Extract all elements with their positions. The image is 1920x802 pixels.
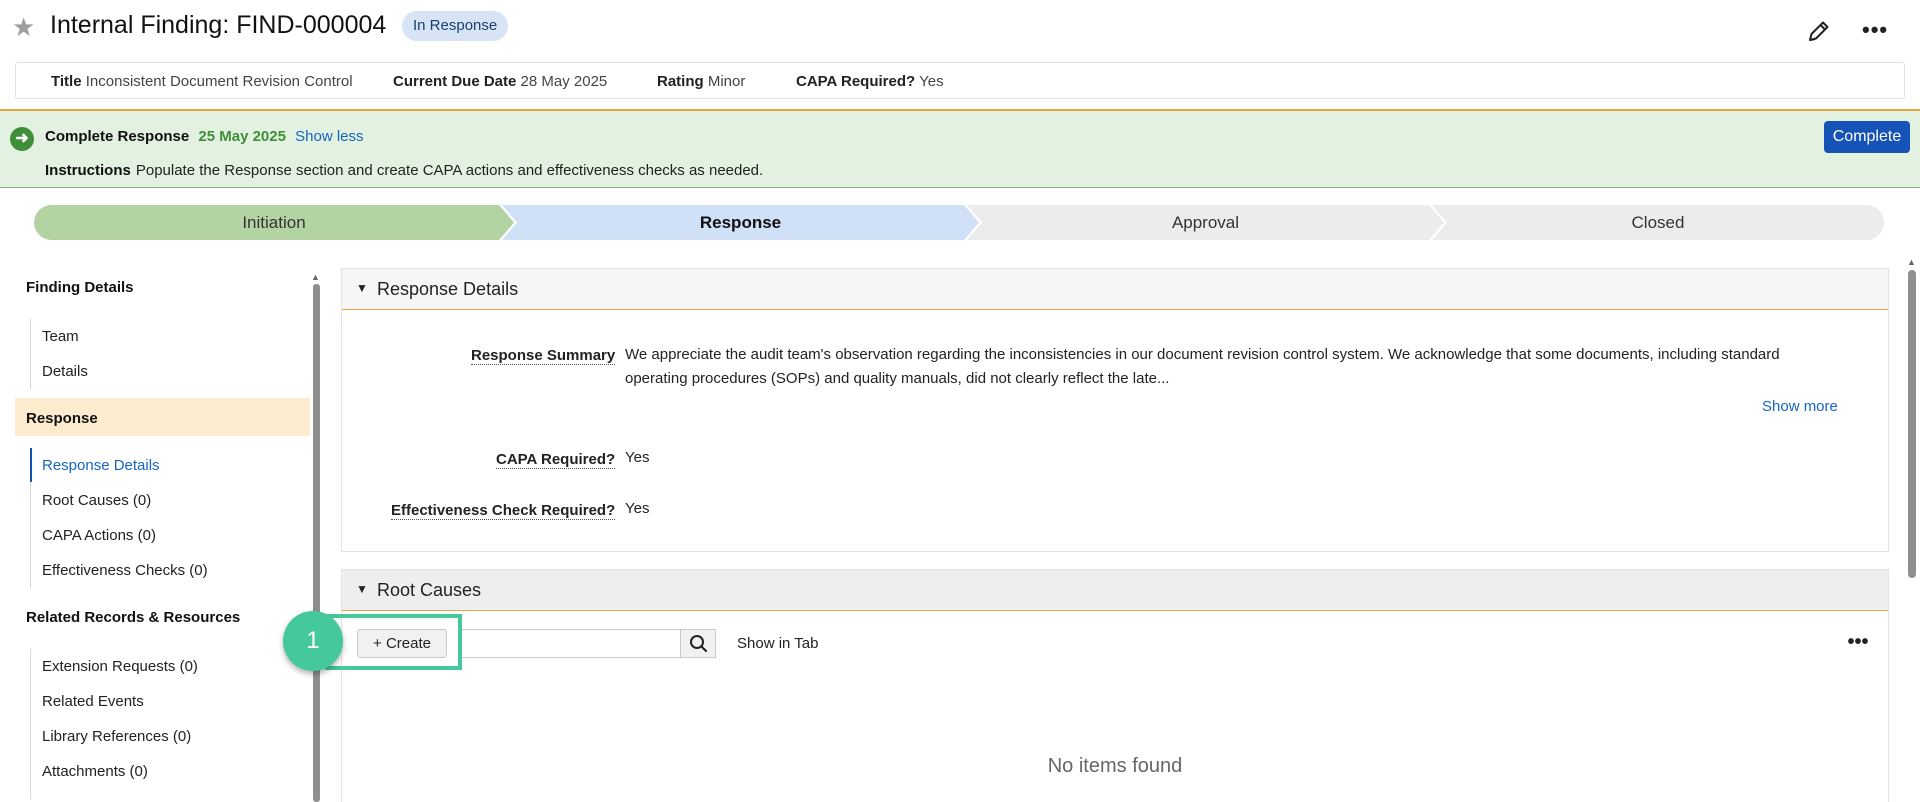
root-causes-header[interactable]: ▼ Root Causes bbox=[342, 570, 1888, 611]
arrow-right-circle-icon: ➜ bbox=[10, 127, 34, 151]
info-due-date: Current Due Date 28 May 2025 bbox=[393, 73, 608, 90]
instructions-text: Populate the Response section and create… bbox=[135, 162, 764, 179]
response-details-header[interactable]: ▼ Response Details bbox=[342, 269, 1888, 310]
effectiveness-check-label: Effectiveness Check Required? bbox=[391, 502, 616, 520]
info-rating: Rating Minor bbox=[657, 73, 746, 90]
nav-item-library-references[interactable]: Library References (0) bbox=[42, 728, 191, 745]
instructions-label: Instructions bbox=[45, 162, 131, 179]
nav-item-team[interactable]: Team bbox=[42, 328, 79, 345]
nav-rail bbox=[30, 319, 31, 389]
page-scroll-up-icon[interactable]: ▲ bbox=[1907, 257, 1916, 267]
capa-required-label: CAPA Required? bbox=[496, 451, 616, 469]
stage-closed: Closed bbox=[1631, 213, 1685, 232]
more-actions-icon[interactable]: ••• bbox=[1862, 16, 1887, 44]
search-icon bbox=[690, 635, 708, 653]
response-summary-label: Response Summary bbox=[471, 347, 616, 365]
info-title: Title Inconsistent Document Revision Con… bbox=[51, 73, 353, 90]
nav-section-response[interactable]: Response bbox=[26, 410, 98, 427]
nav-item-attachments[interactable]: Attachments (0) bbox=[42, 763, 148, 780]
nav-section-finding-details[interactable]: Finding Details bbox=[26, 279, 134, 296]
collapse-caret-icon[interactable]: ▼ bbox=[356, 281, 368, 295]
task-due-date: 25 May 2025 bbox=[198, 128, 286, 145]
nav-item-details[interactable]: Details bbox=[42, 363, 88, 380]
edit-pencil-icon[interactable] bbox=[1806, 18, 1832, 44]
workflow-task-banner: ➜ Complete Response 25 May 2025 Show les… bbox=[0, 109, 1920, 188]
show-in-tab-link[interactable]: Show in Tab bbox=[737, 635, 818, 652]
nav-item-effectiveness-checks[interactable]: Effectiveness Checks (0) bbox=[42, 562, 208, 579]
page-header: ★ Internal Finding: FIND-000004 In Respo… bbox=[0, 0, 1920, 56]
response-summary-value: We appreciate the audit team's observati… bbox=[625, 346, 1780, 387]
search-button[interactable] bbox=[680, 629, 716, 658]
complete-button[interactable]: Complete bbox=[1824, 121, 1910, 153]
stage-initiation: Initiation bbox=[242, 213, 306, 232]
nav-active-indicator bbox=[30, 448, 32, 482]
root-causes-more-icon[interactable]: ••• bbox=[1845, 630, 1871, 654]
nav-scroll-up-icon[interactable]: ▲ bbox=[311, 272, 320, 282]
nav-section-related-records[interactable]: Related Records & Resources bbox=[26, 609, 240, 626]
record-summary-strip: Title Inconsistent Document Revision Con… bbox=[15, 62, 1905, 99]
stage-approval: Approval bbox=[1171, 213, 1240, 232]
response-details-title: Response Details bbox=[377, 279, 519, 299]
root-causes-title: Root Causes bbox=[377, 580, 482, 600]
root-causes-search-input[interactable] bbox=[458, 629, 680, 658]
lifecycle-stage-bar: Initiation Response Approval Closed bbox=[34, 205, 1884, 240]
empty-state-text: No items found bbox=[1047, 755, 1183, 777]
effectiveness-check-value: Yes bbox=[625, 500, 650, 517]
favorite-star-icon[interactable]: ★ bbox=[12, 13, 40, 41]
nav-rail bbox=[30, 649, 31, 799]
task-line: Complete Response 25 May 2025 Show less bbox=[45, 128, 364, 145]
nav-item-response-details[interactable]: Response Details bbox=[42, 457, 160, 474]
status-badge: In Response bbox=[402, 11, 509, 41]
nav-item-root-causes[interactable]: Root Causes (0) bbox=[42, 492, 151, 509]
capa-required-value: Yes bbox=[625, 449, 650, 466]
page-title: Internal Finding: FIND-000004 bbox=[50, 11, 387, 39]
instructions-line: Instructions Populate the Response sectio… bbox=[45, 162, 763, 179]
show-less-link[interactable]: Show less bbox=[295, 128, 363, 145]
task-action: Complete Response bbox=[45, 128, 190, 145]
annotation-step-badge: 1 bbox=[283, 611, 343, 671]
section-navigation: Finding Details Team Details Response Re… bbox=[0, 255, 312, 802]
page-scrollbar[interactable] bbox=[1908, 270, 1916, 578]
show-more-link[interactable]: Show more bbox=[1762, 398, 1838, 415]
info-capa-required: CAPA Required? Yes bbox=[796, 73, 944, 90]
nav-scrollbar[interactable] bbox=[313, 284, 320, 802]
stage-response: Response bbox=[699, 213, 782, 232]
nav-item-capa-actions[interactable]: CAPA Actions (0) bbox=[42, 527, 156, 544]
nav-item-related-events[interactable]: Related Events bbox=[42, 693, 144, 710]
nav-item-extension-requests[interactable]: Extension Requests (0) bbox=[42, 658, 198, 675]
create-root-cause-button[interactable]: + Create bbox=[357, 629, 447, 658]
collapse-caret-icon[interactable]: ▼ bbox=[356, 582, 368, 596]
